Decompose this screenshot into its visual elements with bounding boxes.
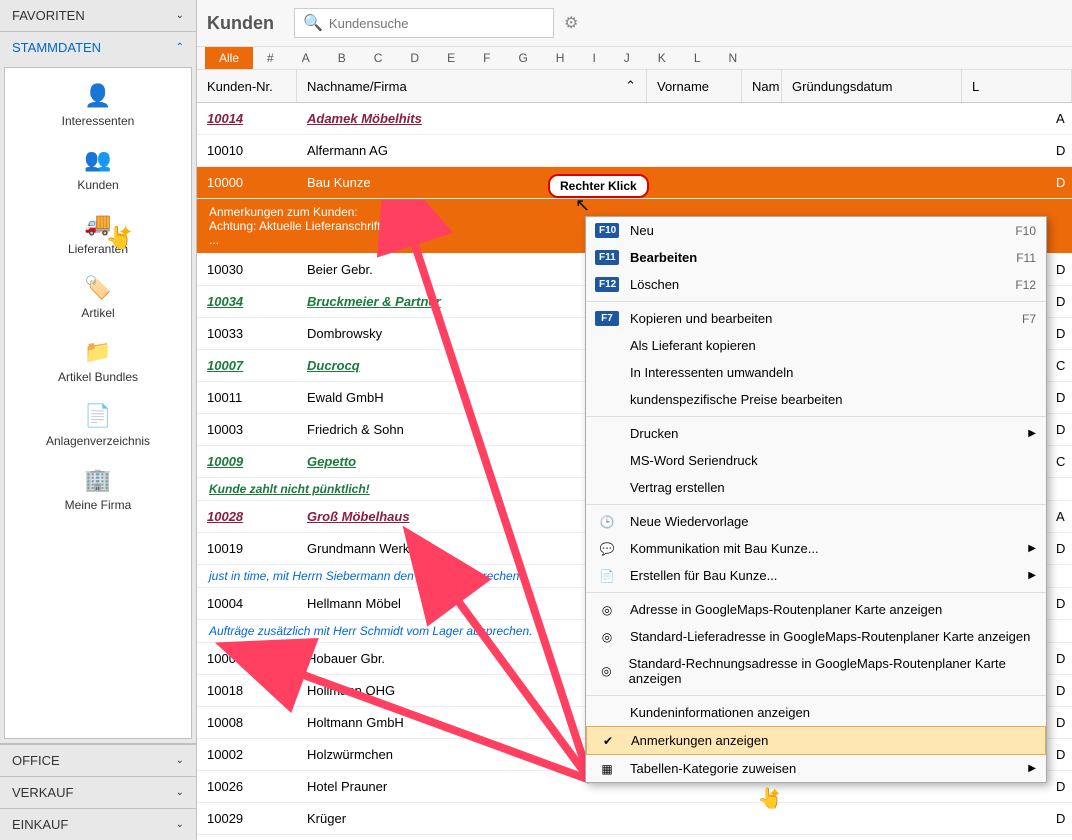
col-name[interactable]: Nachname/Firma⌃ [297,70,647,102]
menu-item[interactable]: F11BearbeitenF11 [586,244,1046,271]
table-row[interactable]: 10029KrügerD [197,803,1072,835]
menu-item[interactable]: kundenspezifische Preise bearbeiten [586,386,1046,413]
letter-tab-#[interactable]: # [253,47,288,69]
col-kunden-nr[interactable]: Kunden-Nr. [197,70,297,102]
col-nam[interactable]: Nam [742,70,782,102]
page-title: Kunden [207,13,274,34]
letter-tab-C[interactable]: C [360,47,397,69]
nav-einkauf[interactable]: EINKAUF⌄ [0,808,196,840]
letter-tab-N[interactable]: N [715,47,752,69]
letter-tab-A[interactable]: A [288,47,324,69]
sidebar-item-kunden[interactable]: 👥Kunden [5,146,191,192]
sidebar-item-meine-firma[interactable]: 🏢Meine Firma [5,466,191,512]
people-icon: 👥 [80,146,116,174]
letter-tab-H[interactable]: H [542,47,579,69]
search-input[interactable] [329,16,545,31]
folder-icon: 📁 [80,338,116,366]
person-icon: 👤 [80,82,116,110]
letter-tab-F[interactable]: F [469,47,504,69]
search-box[interactable]: 🔍 [294,8,554,38]
nav-office[interactable]: OFFICE⌄ [0,744,196,776]
letter-tab-L[interactable]: L [680,47,715,69]
col-vorname[interactable]: Vorname [647,70,742,102]
table-row[interactable]: 10014Adamek MöbelhitsA [197,103,1072,135]
menu-item[interactable]: Als Lieferant kopieren [586,332,1046,359]
cursor-icon: ↖ [575,195,590,216]
menu-item[interactable]: ◎Adresse in GoogleMaps-Routenplaner Kart… [586,596,1046,623]
document-icon: 📄 [80,402,116,430]
letter-tab-B[interactable]: B [324,47,360,69]
menu-item[interactable]: ◎Standard-Lieferadresse in GoogleMaps-Ro… [586,623,1046,650]
chevron-down-icon: ⌄ [176,10,184,21]
col-date[interactable]: Gründungsdatum [782,70,962,102]
hand-cursor-icon-2: 👆 [757,786,782,811]
sidebar-item-interessenten[interactable]: 👤Interessenten [5,82,191,128]
menu-item[interactable]: F7Kopieren und bearbeitenF7 [586,305,1046,332]
menu-item[interactable]: MS-Word Seriendruck [586,447,1046,474]
sidebar-item-artikel[interactable]: 🏷️Artikel [5,274,191,320]
menu-item[interactable]: Vertrag erstellen [586,474,1046,501]
callout-rechter-klick: Rechter Klick [548,174,649,198]
letter-tab-E[interactable]: E [433,47,469,69]
menu-item[interactable]: Drucken▶ [586,420,1046,447]
hand-cursor-icon: 👆 [105,225,132,251]
menu-item[interactable]: F10NeuF10 [586,217,1046,244]
sidebar-item-lieferanten[interactable]: 🚚Lieferanten [5,210,191,256]
nav-favoriten[interactable]: FAVORITEN⌄ [0,0,196,31]
context-menu: F10NeuF10F11BearbeitenF11F12LöschenF12 F7… [585,216,1047,783]
menu-item[interactable]: ▦Tabellen-Kategorie zuweisen▶ [586,755,1046,782]
menu-item[interactable]: 📄Erstellen für Bau Kunze...▶ [586,562,1046,589]
nav-stammdaten[interactable]: STAMMDATEN⌃ [0,32,196,63]
menu-item[interactable]: Kundeninformationen anzeigen [586,699,1046,726]
nav-verkauf[interactable]: VERKAUF⌄ [0,776,196,808]
search-icon: 🔍 [303,13,323,33]
sidebar-item-anlagen[interactable]: 📄Anlagenverzeichnis [5,402,191,448]
letter-tab-K[interactable]: K [644,47,680,69]
letter-tab-G[interactable]: G [504,47,541,69]
letter-tab-Alle[interactable]: Alle [205,47,253,69]
menu-item[interactable]: ◎Standard-Rechnungsadresse in GoogleMaps… [586,650,1046,692]
col-last[interactable]: L [962,70,1072,102]
tag-icon: 🏷️ [80,274,116,302]
gear-icon[interactable]: ⚙ [564,13,578,33]
menu-item[interactable]: 🕒Neue Wiedervorlage [586,508,1046,535]
menu-item[interactable]: In Interessenten umwandeln [586,359,1046,386]
menu-item[interactable]: F12LöschenF12 [586,271,1046,298]
menu-item[interactable]: ✔Anmerkungen anzeigen [586,726,1046,755]
menu-item[interactable]: 💬Kommunikation mit Bau Kunze...▶ [586,535,1046,562]
letter-tab-I[interactable]: I [578,47,609,69]
table-row[interactable]: 10010Alfermann AGD [197,135,1072,167]
sidebar-item-artikel-bundles[interactable]: 📁Artikel Bundles [5,338,191,384]
chevron-up-icon: ⌃ [176,42,184,53]
letter-tab-J[interactable]: J [610,47,644,69]
building-icon: 🏢 [80,466,116,494]
letter-tab-D[interactable]: D [396,47,433,69]
